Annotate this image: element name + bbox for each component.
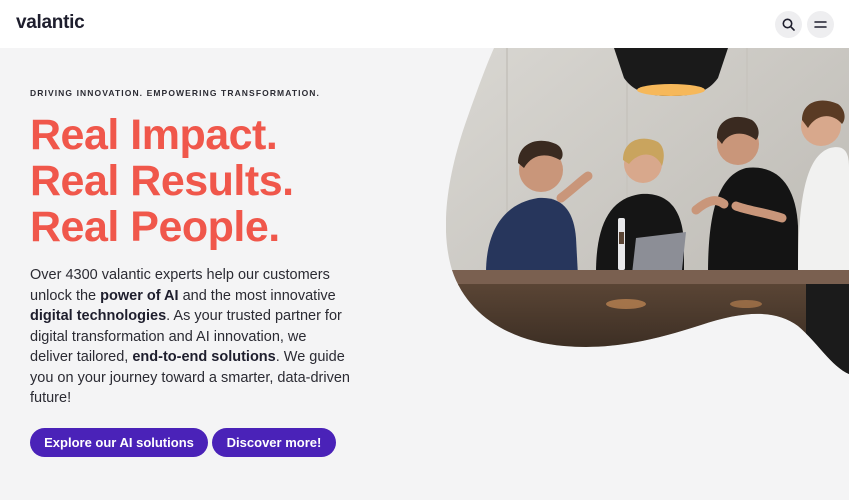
discover-more-button[interactable]: Discover more! — [212, 428, 336, 457]
explore-ai-solutions-button[interactable]: Explore our AI solutions — [30, 428, 208, 457]
photo-content — [446, 48, 849, 374]
search-button[interactable] — [775, 11, 802, 38]
hero-team-photo — [446, 48, 849, 374]
hero-headline: Real Impact. Real Results. Real People. — [30, 112, 294, 250]
headline-line-1: Real Impact. — [30, 111, 278, 159]
search-icon — [782, 18, 795, 31]
hero-eyebrow: DRIVING INNOVATION. EMPOWERING TRANSFORM… — [30, 88, 321, 98]
valantic-logo[interactable]: valantic — [16, 12, 85, 34]
description-bold-digital: digital technologies — [30, 308, 167, 324]
description-text-2: and the most innovative — [178, 287, 336, 304]
headline-line-2: Real Results. — [30, 157, 294, 205]
site-header: valantic — [0, 0, 849, 48]
description-bold-solutions: end-to-end solutions — [132, 349, 276, 365]
hamburger-menu-icon — [814, 21, 827, 28]
hero-description: Over 4300 valantic experts help our cust… — [30, 265, 350, 409]
headline-line-3: Real People. — [30, 203, 280, 251]
menu-button[interactable] — [807, 11, 834, 38]
description-bold-ai: power of AI — [100, 287, 179, 304]
